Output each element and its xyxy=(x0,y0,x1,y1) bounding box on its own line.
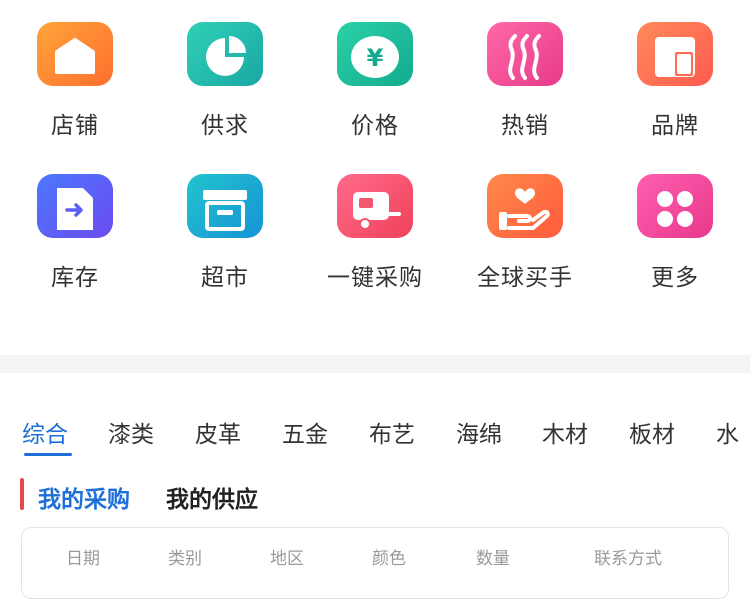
shop-icon xyxy=(37,22,113,86)
tab-partial[interactable]: 水 xyxy=(716,415,739,449)
grid-item-supermarket[interactable]: 超市 xyxy=(150,152,300,292)
tab-wood[interactable]: 木材 xyxy=(542,415,588,449)
tab-hardware[interactable]: 五金 xyxy=(282,415,328,449)
pie-chart-icon xyxy=(187,22,263,86)
grid-item-hot-sale[interactable]: 热销 xyxy=(450,0,600,140)
records-table: 日期 类别 地区 颜色 数量 联系方式 xyxy=(21,527,729,599)
grid-item-label: 价格 xyxy=(351,113,399,139)
tab-fabric[interactable]: 布艺 xyxy=(369,415,415,449)
column-header-region: 地区 xyxy=(270,549,304,569)
more-icon xyxy=(637,174,713,238)
purchase-supply-tabs: 我的采购 我的供应 xyxy=(0,468,750,518)
column-header-contact: 联系方式 xyxy=(594,549,662,569)
section-divider xyxy=(0,355,750,373)
grid-item-label: 超市 xyxy=(201,265,249,291)
grid-item-label: 一键采购 xyxy=(327,265,423,291)
grid-item-label: 全球买手 xyxy=(477,265,573,291)
tab-my-supply[interactable]: 我的供应 xyxy=(166,480,258,514)
column-header-color: 颜色 xyxy=(372,549,406,569)
grid-item-label: 品牌 xyxy=(651,113,699,139)
grid-item-label: 热销 xyxy=(501,113,549,139)
inventory-icon xyxy=(37,174,113,238)
grid-item-more[interactable]: 更多 xyxy=(600,152,750,292)
yuan-icon: ¥ xyxy=(337,22,413,86)
section-marker xyxy=(20,478,24,510)
supermarket-icon xyxy=(187,174,263,238)
flame-icon xyxy=(487,22,563,86)
tab-leather[interactable]: 皮革 xyxy=(195,415,241,449)
active-tab-indicator xyxy=(24,453,72,456)
grid-item-price[interactable]: ¥ 价格 xyxy=(300,0,450,140)
grid-item-label: 店铺 xyxy=(51,113,99,139)
column-header-category: 类别 xyxy=(168,549,202,569)
grid-item-inventory[interactable]: 库存 xyxy=(0,152,150,292)
grid-item-label: 供求 xyxy=(201,113,249,139)
svg-text:¥: ¥ xyxy=(367,44,384,72)
hand-heart-icon xyxy=(487,174,563,238)
tab-all[interactable]: 综合 xyxy=(22,415,68,449)
grid-item-shop[interactable]: 店铺 xyxy=(0,0,150,140)
grid-item-global-buyer[interactable]: 全球买手 xyxy=(450,152,600,292)
grid-item-one-click-purchase[interactable]: 一键采购 xyxy=(300,152,450,292)
tab-paint[interactable]: 漆类 xyxy=(108,415,154,449)
camper-icon xyxy=(337,174,413,238)
column-header-quantity: 数量 xyxy=(476,549,510,569)
category-tabs: 综合 漆类 皮革 五金 布艺 海绵 木材 板材 水 xyxy=(0,373,750,463)
column-header-date: 日期 xyxy=(66,549,100,569)
tab-my-purchases[interactable]: 我的采购 xyxy=(38,480,130,514)
grid-item-brand[interactable]: 品牌 xyxy=(600,0,750,140)
tab-board[interactable]: 板材 xyxy=(629,415,675,449)
grid-item-label: 更多 xyxy=(651,265,699,291)
grid-item-label: 库存 xyxy=(51,265,99,291)
grid-item-supply-demand[interactable]: 供求 xyxy=(150,0,300,140)
tab-sponge[interactable]: 海绵 xyxy=(456,415,502,449)
brand-icon xyxy=(637,22,713,86)
feature-grid: 店铺 供求 ¥ 价格 热销 品牌 库存 超市 一键采购 全球买手 更多 xyxy=(0,0,750,355)
